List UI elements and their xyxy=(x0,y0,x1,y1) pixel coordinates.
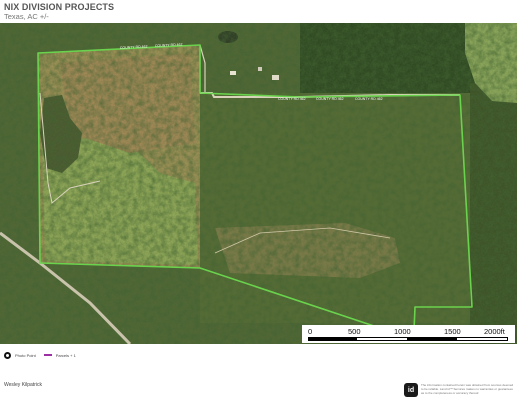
legend-label: Parcels + 1 xyxy=(55,352,76,358)
land-id-logo: id xyxy=(404,383,418,397)
parcel-line-icon xyxy=(43,354,52,356)
legend-item-parcels: Parcels + 1 xyxy=(43,352,76,358)
building xyxy=(230,71,236,75)
legend-item-photo-point: Photo Point xyxy=(4,351,36,359)
building xyxy=(258,67,262,71)
satellite-map[interactable]: COUNTY RD 462 COUNTY RD 462 COUNTY RD 46… xyxy=(0,23,517,344)
road-label: COUNTY RD 462 xyxy=(278,97,306,101)
camera-icon xyxy=(4,351,11,359)
scale-label: 0 xyxy=(308,327,313,336)
map-canvas[interactable]: COUNTY RD 462 COUNTY RD 462 COUNTY RD 46… xyxy=(0,23,517,344)
scale-label: 2000ft xyxy=(484,327,505,336)
agent-name: Wesley Kilpatrick xyxy=(4,382,42,388)
map-header: NIX DIVISION PROJECTS Texas, AC +/- xyxy=(4,2,513,22)
map-legend: Photo Point Parcels + 1 xyxy=(4,350,84,360)
legend-label: Photo Point xyxy=(15,352,36,358)
scale-segment xyxy=(407,338,457,340)
scale-label: 1000 xyxy=(394,327,411,336)
building xyxy=(272,75,279,80)
road-label: COUNTY RD 462 xyxy=(316,97,344,101)
map-subtitle: Texas, AC +/- xyxy=(4,12,49,21)
scale-track xyxy=(308,337,508,341)
disclaimer-text: The information contained herein was obt… xyxy=(421,383,514,395)
scale-bar: 0 500 1000 1500 2000ft xyxy=(302,325,515,343)
scale-label: 500 xyxy=(348,327,361,336)
scale-segment xyxy=(309,338,357,340)
scale-label: 1500 xyxy=(444,327,461,336)
map-fine-texture xyxy=(0,23,517,344)
map-title: NIX DIVISION PROJECTS xyxy=(4,2,115,12)
road-label: COUNTY RD 462 xyxy=(355,97,383,101)
